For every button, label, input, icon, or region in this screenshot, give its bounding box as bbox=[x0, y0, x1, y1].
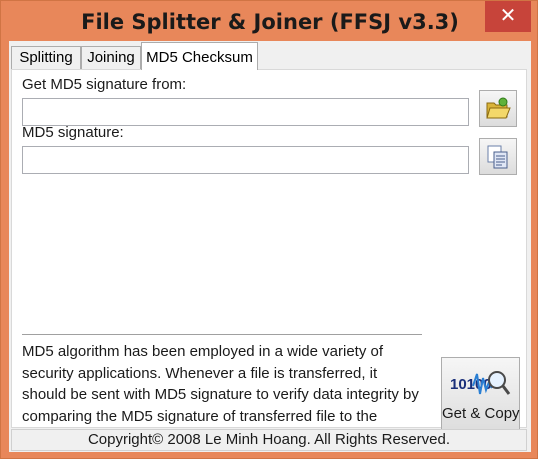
app-window: File Splitter & Joiner (FFSJ v3.3) ✕ Spl… bbox=[0, 0, 538, 459]
get-and-copy-button[interactable]: 10100 Get & Copy bbox=[441, 357, 520, 435]
window-title: File Splitter & Joiner (FFSJ v3.3) bbox=[81, 10, 459, 34]
close-button[interactable]: ✕ bbox=[485, 1, 531, 32]
signature-label: MD5 signature: bbox=[22, 124, 124, 141]
binary-waveform-magnifier-icon: 10100 bbox=[450, 371, 511, 395]
get-and-copy-label: Get & Copy bbox=[442, 405, 520, 422]
tab-md5-checksum[interactable]: MD5 Checksum bbox=[141, 42, 258, 70]
title-bar[interactable]: File Splitter & Joiner (FFSJ v3.3) ✕ bbox=[1, 1, 538, 41]
tab-strip: Splitting Joining MD5 Checksum bbox=[9, 41, 531, 70]
copy-documents-icon bbox=[487, 145, 508, 168]
status-bar: Copyright© 2008 Le Minh Hoang. All Right… bbox=[11, 429, 527, 451]
open-folder-icon bbox=[486, 97, 511, 118]
copyright-text: Copyright© 2008 Le Minh Hoang. All Right… bbox=[87, 431, 451, 448]
signature-output-field[interactable] bbox=[22, 146, 469, 174]
copy-button[interactable] bbox=[479, 138, 517, 175]
tab-joining[interactable]: Joining bbox=[81, 46, 141, 69]
source-file-input[interactable] bbox=[22, 98, 469, 126]
md5-panel: Get MD5 signature from: MD5 signature: M… bbox=[11, 69, 527, 446]
browse-button[interactable] bbox=[479, 90, 517, 127]
source-label: Get MD5 signature from: bbox=[22, 76, 187, 93]
separator bbox=[22, 334, 422, 336]
tab-splitting[interactable]: Splitting bbox=[11, 46, 81, 69]
client-area: Splitting Joining MD5 Checksum Get MD5 s… bbox=[9, 41, 531, 452]
close-icon: ✕ bbox=[499, 5, 517, 27]
